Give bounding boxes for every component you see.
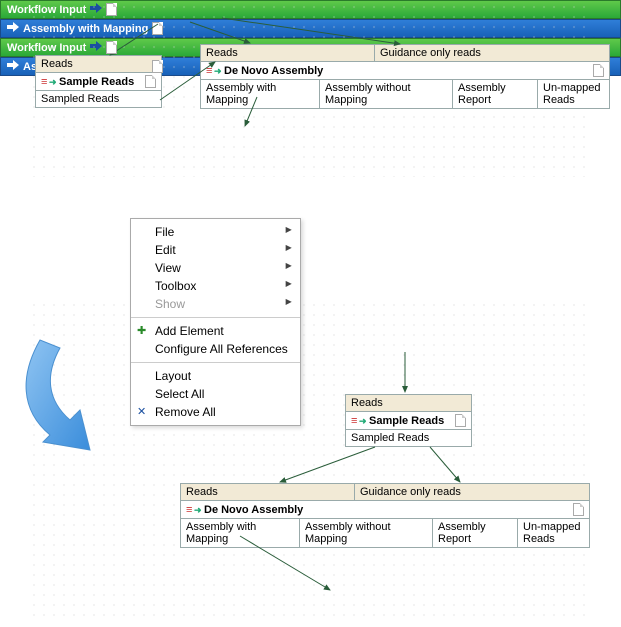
awom-label: Assembly without Mapping — [325, 82, 447, 106]
sample-reads-icon — [351, 415, 365, 427]
unmapped-port-top[interactable]: Un-mapped Reads — [537, 79, 610, 109]
sample-reads-node-top[interactable]: Sample Reads — [35, 72, 162, 91]
document-icon — [106, 3, 117, 16]
arrow-right-icon — [7, 60, 19, 73]
document-icon — [455, 414, 466, 427]
menu-toolbox[interactable]: Toolbox — [131, 277, 300, 295]
sample-reads-label: Sample Reads — [59, 76, 134, 88]
awm-port-bottom[interactable]: Assembly with Mapping — [180, 518, 300, 548]
sampled-reads-label: Sampled Reads — [351, 432, 429, 444]
reads-label: Reads — [186, 486, 218, 498]
sample-reads-icon — [41, 76, 55, 88]
reads-label: Reads — [351, 397, 383, 409]
awm-port-top[interactable]: Assembly with Mapping — [200, 79, 320, 109]
sample-reads-node-bottom[interactable]: Sample Reads — [345, 411, 472, 430]
denovo-label: De Novo Assembly — [224, 65, 323, 77]
unmapped-port-bottom[interactable]: Un-mapped Reads — [517, 518, 590, 548]
sampled-reads-port-top[interactable]: Sampled Reads — [35, 90, 162, 108]
areport-label: Assembly Report — [438, 521, 512, 545]
denovo-icon — [186, 504, 200, 516]
reads-port-top-sample[interactable]: Reads — [35, 55, 162, 73]
menu-file[interactable]: File — [131, 223, 300, 241]
denovo-label: De Novo Assembly — [204, 504, 303, 516]
reads-label: Reads — [41, 58, 73, 70]
awom-port-top[interactable]: Assembly without Mapping — [319, 79, 453, 109]
sampled-reads-label: Sampled Reads — [41, 93, 119, 105]
menu-show: Show — [131, 295, 300, 313]
reads-port-top-denovo[interactable]: Reads — [200, 44, 375, 62]
document-icon — [593, 64, 604, 77]
awom-port-bottom[interactable]: Assembly without Mapping — [299, 518, 433, 548]
menu-configure-all[interactable]: Configure All References — [131, 340, 300, 358]
document-icon — [152, 22, 163, 35]
awm-label: Assembly with Mapping — [186, 521, 294, 545]
areport-port-bottom[interactable]: Assembly Report — [432, 518, 518, 548]
document-icon — [152, 60, 163, 73]
areport-label: Assembly Report — [458, 82, 532, 106]
menu-remove-all[interactable]: ✕ Remove All — [131, 403, 300, 421]
reads-port-bottom-sample[interactable]: Reads — [345, 394, 472, 412]
menu-layout[interactable]: Layout — [131, 367, 300, 385]
awm-label: Assembly with Mapping — [206, 82, 314, 106]
sampled-reads-port-bottom[interactable]: Sampled Reads — [345, 429, 472, 447]
menu-edit[interactable]: Edit — [131, 241, 300, 259]
menu-add-element[interactable]: ✚ Add Element — [131, 322, 300, 340]
unmapped-label: Un-mapped Reads — [523, 521, 584, 545]
unmapped-label: Un-mapped Reads — [543, 82, 604, 106]
arrow-right-icon — [7, 22, 19, 35]
denovo-node-bottom[interactable]: De Novo Assembly — [180, 500, 590, 519]
guidance-port-bottom[interactable]: Guidance only reads — [354, 483, 590, 501]
document-icon — [106, 41, 117, 54]
guidance-label: Guidance only reads — [360, 486, 461, 498]
denovo-node-top[interactable]: De Novo Assembly — [200, 61, 610, 80]
awom-label: Assembly without Mapping — [305, 521, 427, 545]
document-icon — [145, 75, 156, 88]
areport-port-top[interactable]: Assembly Report — [452, 79, 538, 109]
x-icon: ✕ — [137, 405, 146, 418]
document-icon — [573, 503, 584, 516]
plus-icon: ✚ — [137, 324, 146, 337]
sample-reads-label: Sample Reads — [369, 415, 444, 427]
reads-label: Reads — [206, 47, 238, 59]
reads-port-bottom-denovo[interactable]: Reads — [180, 483, 355, 501]
context-menu: File Edit View Toolbox Show ✚ Add Elemen… — [130, 218, 301, 426]
transition-arrow-icon — [15, 330, 125, 463]
guidance-port-top[interactable]: Guidance only reads — [374, 44, 610, 62]
menu-view[interactable]: View — [131, 259, 300, 277]
guidance-label: Guidance only reads — [380, 47, 481, 59]
menu-select-all[interactable]: Select All — [131, 385, 300, 403]
denovo-icon — [206, 65, 220, 77]
